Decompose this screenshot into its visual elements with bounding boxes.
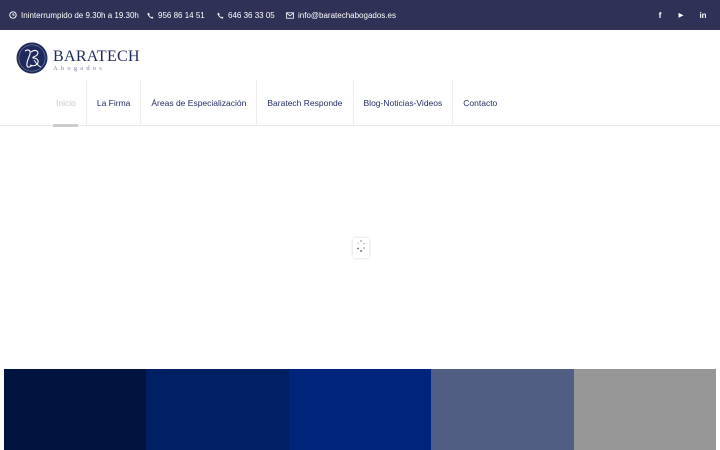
nav-item-areas-especializacion[interactable]: Áreas de Especialización [141, 80, 258, 126]
nav-item-contacto[interactable]: Contacto [453, 80, 507, 126]
loading-spinner [353, 238, 369, 258]
color-swatch [431, 369, 574, 450]
nav-item-la-firma[interactable]: La Firma [87, 80, 142, 126]
color-swatch [288, 369, 432, 450]
clock-icon [9, 11, 17, 19]
nav-item-label: Contacto [463, 98, 498, 108]
hours-text: Ininterrumpido de 9.30h a 19.30h [21, 10, 139, 20]
phone-1-text[interactable]: 956 86 14 51 [158, 11, 205, 20]
color-band [4, 369, 716, 450]
phone-2-text[interactable]: 646 36 33 05 [228, 11, 275, 20]
phone-icon [147, 12, 154, 19]
logo-subtitle: Abogados [53, 64, 105, 72]
nav-item-label: Baratech Responde [267, 98, 343, 108]
email-link[interactable]: info@baratechabogados.es [286, 0, 396, 30]
logo-emblem-icon [16, 42, 48, 79]
logo-text: BARATECH Abogados [53, 47, 140, 73]
top-info-bar: Ininterrumpido de 9.30h a 19.30h 956 86 … [0, 0, 720, 30]
youtube-icon[interactable]: ▶ [671, 0, 691, 30]
opening-hours: Ininterrumpido de 9.30h a 19.30h [9, 0, 139, 30]
linkedin-icon[interactable]: in [693, 0, 713, 30]
nav-item-baratech-responde[interactable]: Baratech Responde [257, 80, 354, 126]
nav-item-inicio[interactable]: Inicio [46, 80, 87, 127]
color-swatch [4, 369, 147, 450]
nav-item-label: Blog-Noticias-Videos [363, 98, 443, 108]
facebook-icon[interactable]: f [650, 0, 670, 30]
site-header: BARATECH Abogados Inicio La Firma Áreas … [0, 30, 720, 127]
phone-icon [217, 12, 224, 19]
nav-item-blog-noticias-videos[interactable]: Blog-Noticias-Videos [354, 80, 454, 126]
logo-name: BARATECH [53, 47, 140, 65]
envelope-icon [286, 11, 294, 19]
phone-1[interactable]: 956 86 14 51 [147, 0, 205, 30]
nav-item-label: Inicio [56, 98, 76, 108]
active-indicator [53, 124, 78, 127]
spinner-icon [356, 239, 366, 258]
phone-2[interactable]: 646 36 33 05 [217, 0, 275, 30]
email-text[interactable]: info@baratechabogados.es [298, 11, 396, 20]
main-nav: Inicio La Firma Áreas de Especialización… [46, 80, 507, 127]
color-swatch [573, 369, 716, 450]
color-swatch [146, 369, 289, 450]
nav-item-label: La Firma [96, 98, 131, 108]
logo[interactable]: BARATECH Abogados [16, 42, 140, 79]
nav-item-label: Áreas de Especialización [151, 98, 247, 108]
